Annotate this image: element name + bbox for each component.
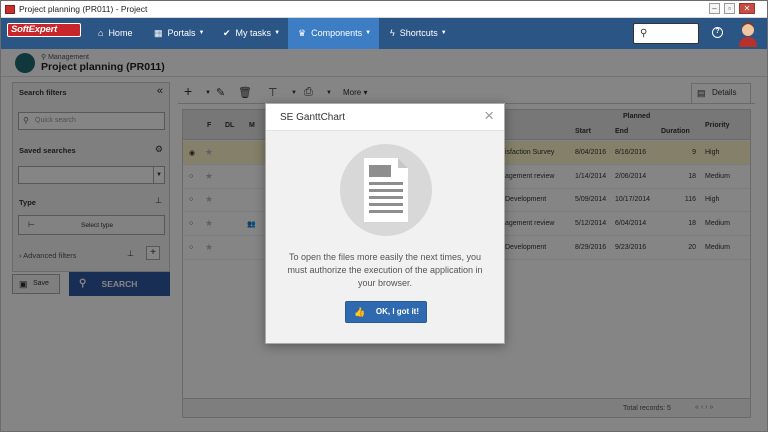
nav-portals[interactable]: ▦ Portals ▼ <box>154 18 204 49</box>
thumbs-up-icon: 👍 <box>354 307 366 317</box>
app-icon <box>5 5 15 14</box>
lightning-icon: ϟ <box>390 28 395 38</box>
top-navigation: SoftExpert ⌂ Home ▦ Portals ▼ ✔ My tasks ▼ ♛ C… <box>1 18 767 49</box>
minimize-button[interactable]: – <box>709 3 720 14</box>
help-icon[interactable]: ? <box>712 27 723 38</box>
check-icon: ✔ <box>223 28 231 38</box>
portals-icon: ▦ <box>154 28 163 38</box>
dialog-header: SE GanttChart × <box>266 104 504 131</box>
gantt-chart-dialog: SE GanttChart × To open the files more e… <box>265 103 505 344</box>
nav-components[interactable]: ♛ Components ▼ <box>288 18 379 49</box>
ok-got-it-button[interactable]: 👍 OK, I got it! <box>345 301 427 323</box>
search-icon: ⚲ <box>640 28 648 39</box>
dialog-title: SE GanttChart <box>280 112 346 123</box>
nav-my-tasks[interactable]: ✔ My tasks ▼ <box>223 18 280 49</box>
caret-down-icon: ▼ <box>274 30 281 37</box>
dialog-message: To open the files more easily the next t… <box>287 252 483 288</box>
close-window-button[interactable]: ✕ <box>739 3 755 14</box>
caret-down-icon: ▼ <box>440 30 447 37</box>
nav-shortcuts[interactable]: ϟ Shortcuts ▼ <box>390 18 447 49</box>
application-window: Project planning (PR011) - Project – ▫ ✕… <box>0 0 768 432</box>
close-icon[interactable]: × <box>484 107 494 125</box>
nav-home[interactable]: ⌂ Home <box>98 18 132 49</box>
caret-down-icon: ▼ <box>198 30 205 37</box>
title-bar: Project planning (PR011) - Project – ▫ ✕ <box>1 1 767 18</box>
user-avatar[interactable] <box>738 20 758 47</box>
softexpert-logo[interactable]: SoftExpert <box>7 23 81 37</box>
home-icon: ⌂ <box>98 28 104 38</box>
global-search-input[interactable]: ⚲ <box>633 23 699 44</box>
window-title: Project planning (PR011) - Project <box>19 4 148 14</box>
caret-down-icon: ▼ <box>365 30 372 37</box>
trophy-icon: ♛ <box>298 28 307 38</box>
document-illustration <box>340 144 432 236</box>
maximize-button[interactable]: ▫ <box>724 3 735 14</box>
document-icon <box>364 158 408 222</box>
